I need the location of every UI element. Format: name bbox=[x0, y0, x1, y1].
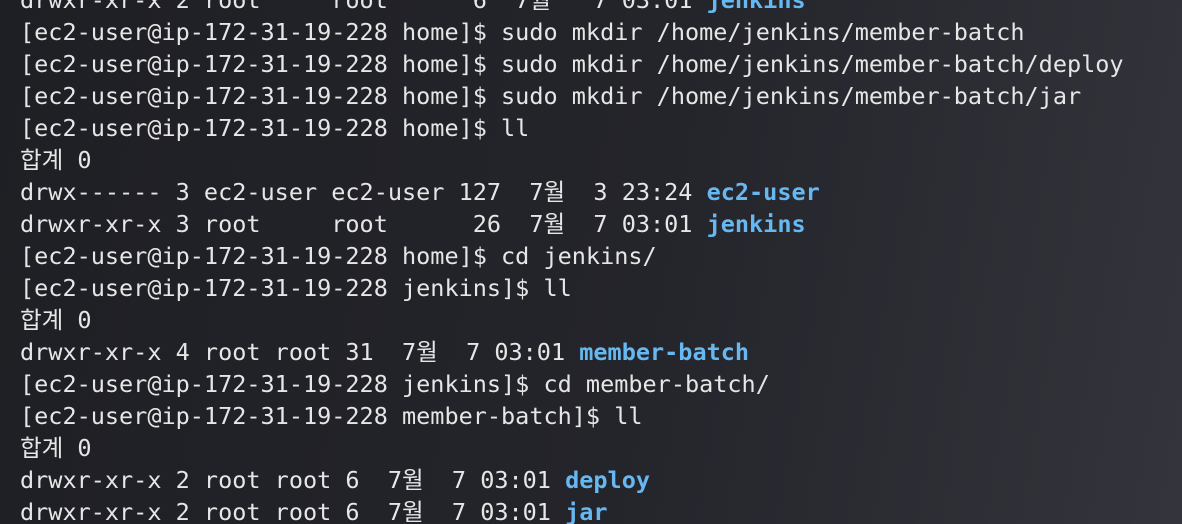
directory-name: ec2-user bbox=[706, 178, 820, 206]
terminal-line: [ec2-user@ip-172-31-19-228 home]$ sudo m… bbox=[20, 16, 1182, 48]
terminal-line: drwx------ 3 ec2-user ec2-user 127 7월 3 … bbox=[20, 176, 1182, 208]
terminal-output: drwxr-xr-x 2 root root 6 7월 7 03:01 jenk… bbox=[20, 0, 1182, 524]
line-text: drwxr-xr-x 2 root root 6 7월 7 03:01 bbox=[20, 466, 566, 494]
terminal-line: [ec2-user@ip-172-31-19-228 home]$ cd jen… bbox=[20, 240, 1182, 272]
line-text: [ec2-user@ip-172-31-19-228 jenkins]$ cd … bbox=[20, 370, 770, 398]
line-text: 합계 0 bbox=[20, 306, 92, 334]
terminal-line: 합계 0 bbox=[20, 144, 1182, 176]
directory-name: jar bbox=[565, 498, 608, 524]
terminal-line: drwxr-xr-x 2 root root 6 7월 7 03:01 jenk… bbox=[20, 0, 1182, 16]
terminal-window[interactable]: drwxr-xr-x 2 root root 6 7월 7 03:01 jenk… bbox=[0, 0, 1182, 524]
terminal-line: drwxr-xr-x 2 root root 6 7월 7 03:01 depl… bbox=[20, 464, 1182, 496]
line-text: drwxr-xr-x 2 root root 6 7월 7 03:01 bbox=[20, 498, 566, 524]
line-text: drwxr-xr-x 2 root root 6 7월 7 03:01 bbox=[20, 0, 707, 14]
line-text: [ec2-user@ip-172-31-19-228 home]$ sudo m… bbox=[20, 50, 1124, 78]
line-text: 합계 0 bbox=[20, 146, 92, 174]
directory-name: jenkins bbox=[706, 0, 806, 14]
line-text: [ec2-user@ip-172-31-19-228 home]$ ll bbox=[20, 114, 530, 142]
directory-name: deploy bbox=[565, 466, 650, 494]
directory-name: jenkins bbox=[706, 210, 806, 238]
line-text: 합계 0 bbox=[20, 434, 92, 462]
line-text: [ec2-user@ip-172-31-19-228 jenkins]$ ll bbox=[20, 274, 572, 302]
terminal-line: [ec2-user@ip-172-31-19-228 jenkins]$ ll bbox=[20, 272, 1182, 304]
terminal-line: [ec2-user@ip-172-31-19-228 member-batch]… bbox=[20, 400, 1182, 432]
terminal-line: drwxr-xr-x 2 root root 6 7월 7 03:01 jar bbox=[20, 496, 1182, 524]
line-text: [ec2-user@ip-172-31-19-228 home]$ cd jen… bbox=[20, 242, 657, 270]
terminal-line: [ec2-user@ip-172-31-19-228 home]$ sudo m… bbox=[20, 48, 1182, 80]
line-text: [ec2-user@ip-172-31-19-228 home]$ sudo m… bbox=[20, 82, 1082, 110]
terminal-line: 합계 0 bbox=[20, 304, 1182, 336]
line-text: [ec2-user@ip-172-31-19-228 member-batch]… bbox=[20, 402, 643, 430]
terminal-line: drwxr-xr-x 3 root root 26 7월 7 03:01 jen… bbox=[20, 208, 1182, 240]
terminal-line: [ec2-user@ip-172-31-19-228 home]$ ll bbox=[20, 112, 1182, 144]
terminal-line: [ec2-user@ip-172-31-19-228 home]$ sudo m… bbox=[20, 80, 1182, 112]
line-text: drwxr-xr-x 4 root root 31 7월 7 03:01 bbox=[20, 338, 580, 366]
terminal-line: 합계 0 bbox=[20, 432, 1182, 464]
terminal-line: [ec2-user@ip-172-31-19-228 jenkins]$ cd … bbox=[20, 368, 1182, 400]
line-text: drwx------ 3 ec2-user ec2-user 127 7월 3 … bbox=[20, 178, 707, 206]
line-text: [ec2-user@ip-172-31-19-228 home]$ sudo m… bbox=[20, 18, 1025, 46]
line-text: drwxr-xr-x 3 root root 26 7월 7 03:01 bbox=[20, 210, 707, 238]
directory-name: member-batch bbox=[579, 338, 750, 366]
terminal-line: drwxr-xr-x 4 root root 31 7월 7 03:01 mem… bbox=[20, 336, 1182, 368]
